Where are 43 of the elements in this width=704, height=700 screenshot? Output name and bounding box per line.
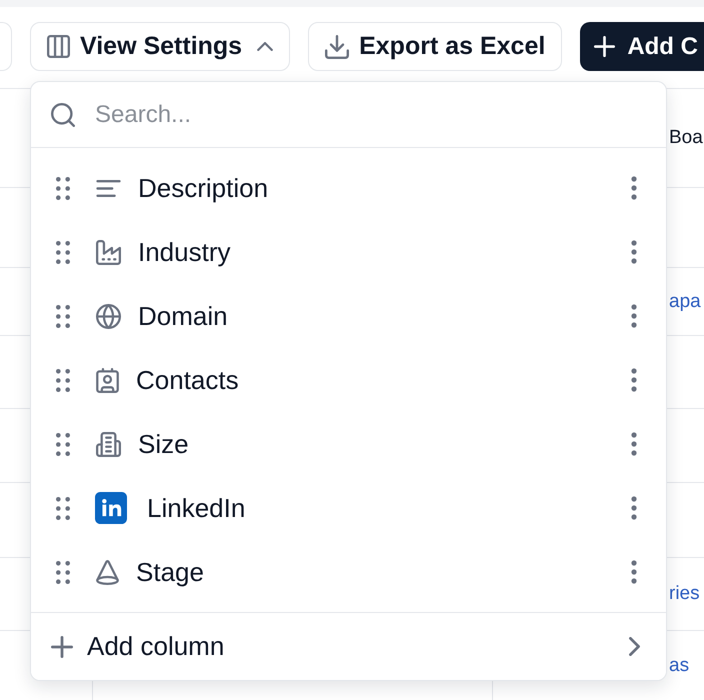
download-icon (325, 34, 350, 58)
grip-icon[interactable] (56, 176, 70, 200)
plus-icon (51, 636, 73, 658)
more-options-icon[interactable] (631, 432, 637, 456)
menu-item[interactable]: Description (138, 172, 268, 204)
plus-icon (594, 36, 616, 57)
more-options-icon[interactable] (631, 496, 637, 520)
menu-item[interactable]: Size (138, 428, 189, 460)
building-icon (96, 432, 121, 456)
menu-item[interactable]: Industry (138, 236, 230, 268)
text-lines-icon (96, 180, 121, 196)
contact-card-icon (96, 368, 119, 392)
factory-icon (96, 240, 121, 264)
menu-item[interactable]: Domain (138, 300, 228, 332)
more-options-icon[interactable] (631, 304, 637, 328)
grip-icon[interactable] (56, 240, 70, 264)
more-options-icon[interactable] (631, 560, 637, 584)
chevron-right-icon (629, 637, 640, 656)
add-column-button[interactable]: Add column (31, 612, 666, 680)
grip-icon[interactable] (56, 368, 70, 392)
grip-icon[interactable] (56, 560, 70, 584)
grip-icon[interactable] (56, 496, 70, 520)
more-options-icon[interactable] (631, 240, 637, 264)
cone-icon (96, 560, 119, 584)
search-icon (51, 102, 75, 126)
view-settings-button[interactable]: View Settings (30, 22, 290, 71)
search-field[interactable]: Search... (95, 94, 646, 134)
menu-item[interactable]: LinkedIn (147, 492, 246, 524)
grip-icon[interactable] (56, 432, 70, 456)
menu-item[interactable]: Contacts (136, 364, 239, 396)
link[interactable]: apa (669, 290, 701, 312)
more-options-icon[interactable] (631, 368, 637, 392)
menu-item[interactable]: Stage (136, 556, 204, 588)
columns-icon (47, 35, 70, 58)
grip-icon[interactable] (56, 304, 70, 328)
link[interactable]: ries (669, 583, 700, 605)
add-button[interactable]: Add C (580, 22, 704, 71)
linkedin-icon (95, 492, 127, 524)
link[interactable]: as (669, 654, 690, 676)
more-options-icon[interactable] (631, 176, 637, 200)
cell-text: Boa (669, 127, 703, 149)
globe-icon (96, 304, 121, 328)
export-button[interactable]: Export as Excel (308, 22, 562, 71)
